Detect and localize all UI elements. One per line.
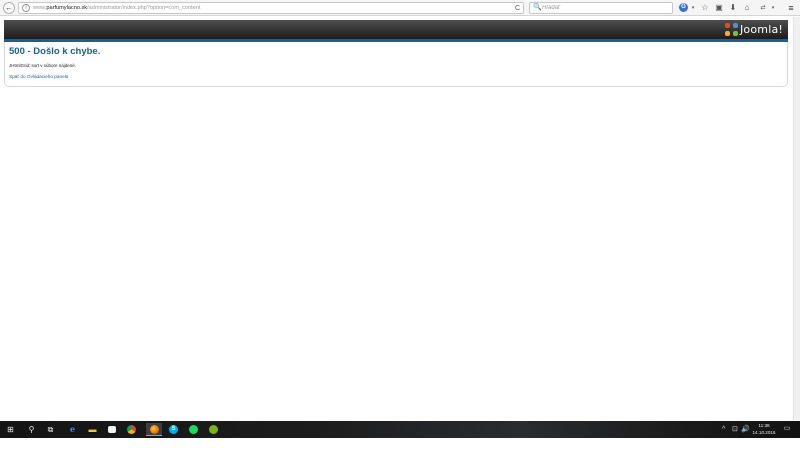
reload-icon[interactable]: C [515, 4, 520, 13]
task-view-icon[interactable]: ⧉ [44, 423, 57, 436]
url-path: /administrator/index.php?option=com_cont… [87, 5, 201, 11]
skype-logo-shape: S [169, 425, 178, 435]
hamburger-menu-icon[interactable]: ≡ [785, 2, 797, 14]
extension-icon[interactable]: ⇄ [757, 2, 769, 14]
download-icon[interactable]: ⬇ [728, 2, 738, 14]
google-icon[interactable]: G [679, 3, 688, 12]
magnifier-icon: 🔍 [533, 4, 542, 11]
clock-date: 14.10.2016 [752, 430, 776, 435]
tray-chevron-up-icon[interactable]: ^ [722, 424, 725, 435]
skype-icon[interactable]: S [167, 423, 180, 436]
home-icon[interactable]: ⌂ [742, 2, 752, 14]
firefox-logo-shape [149, 425, 159, 435]
volume-icon[interactable]: 🔊 [741, 424, 750, 435]
network-icon[interactable]: ⊡ [732, 424, 738, 435]
notification-center-icon[interactable]: ▭ [782, 424, 792, 434]
app-logo-shape [209, 425, 218, 435]
chrome-icon[interactable] [125, 423, 138, 436]
address-bar[interactable]: i www.parfumylacno.sk/administrator/inde… [18, 2, 524, 14]
url-domain: parfumylacno.sk [46, 5, 88, 11]
joomla-logo-text: Joomla! [739, 23, 783, 36]
store-icon[interactable] [105, 423, 118, 436]
file-explorer-icon[interactable]: ▬ [86, 423, 99, 436]
error-message: JHtmlGrid::sort v súbore nájdené. [9, 63, 77, 68]
joomla-logo-icon [724, 23, 738, 36]
taskbar-clock[interactable]: 11:38 14.10.2016 [751, 422, 777, 436]
browser-search-box[interactable]: 🔍 [529, 2, 673, 14]
error-panel: 500 - Došlo k chybe. JHtmlGrid::sort v s… [4, 42, 788, 87]
admin-header: Joomla! [4, 20, 788, 39]
info-icon[interactable]: i [22, 4, 30, 12]
windows-taskbar: ⊞ ⚲ ⧉ e ▬ S ^ ⊡ 🔊 11:38 14.10.2016 ▭ [0, 421, 800, 438]
back-to-control-panel-link[interactable]: Späť do Ovládacieho panela [9, 73, 68, 80]
chrome-logo-shape [127, 425, 136, 435]
back-arrow-icon[interactable]: ← [3, 2, 15, 14]
chevron-down-icon[interactable]: ▾ [690, 2, 696, 14]
spotify-icon[interactable] [187, 423, 200, 436]
bookmark-star-icon[interactable]: ☆ [700, 2, 710, 14]
screen-bottom-margin [0, 438, 800, 450]
clipboard-icon[interactable]: ▣ [714, 2, 724, 14]
page-scrollbar[interactable] [793, 17, 800, 420]
edge-browser-icon[interactable]: e [66, 423, 79, 436]
browser-search-input[interactable] [542, 3, 667, 13]
firefox-icon[interactable] [146, 423, 162, 436]
store-bag-shape [107, 426, 116, 434]
joomla-logo[interactable]: Joomla! [724, 22, 783, 37]
url-prefix: www. [33, 5, 47, 11]
windows-start-icon[interactable]: ⊞ [4, 423, 17, 436]
browser-toolbar: ← i www.parfumylacno.sk/administrator/in… [0, 0, 800, 16]
spotify-logo-shape [189, 425, 198, 435]
error-title: 500 - Došlo k chybe. [9, 46, 101, 57]
url-text[interactable]: www.parfumylacno.sk/administrator/index.… [33, 4, 200, 13]
app-icon[interactable] [207, 423, 220, 436]
clock-time: 11:38 [758, 423, 770, 428]
extension-chevron-down-icon[interactable]: ▾ [770, 2, 776, 14]
search-icon[interactable]: ⚲ [25, 423, 38, 436]
